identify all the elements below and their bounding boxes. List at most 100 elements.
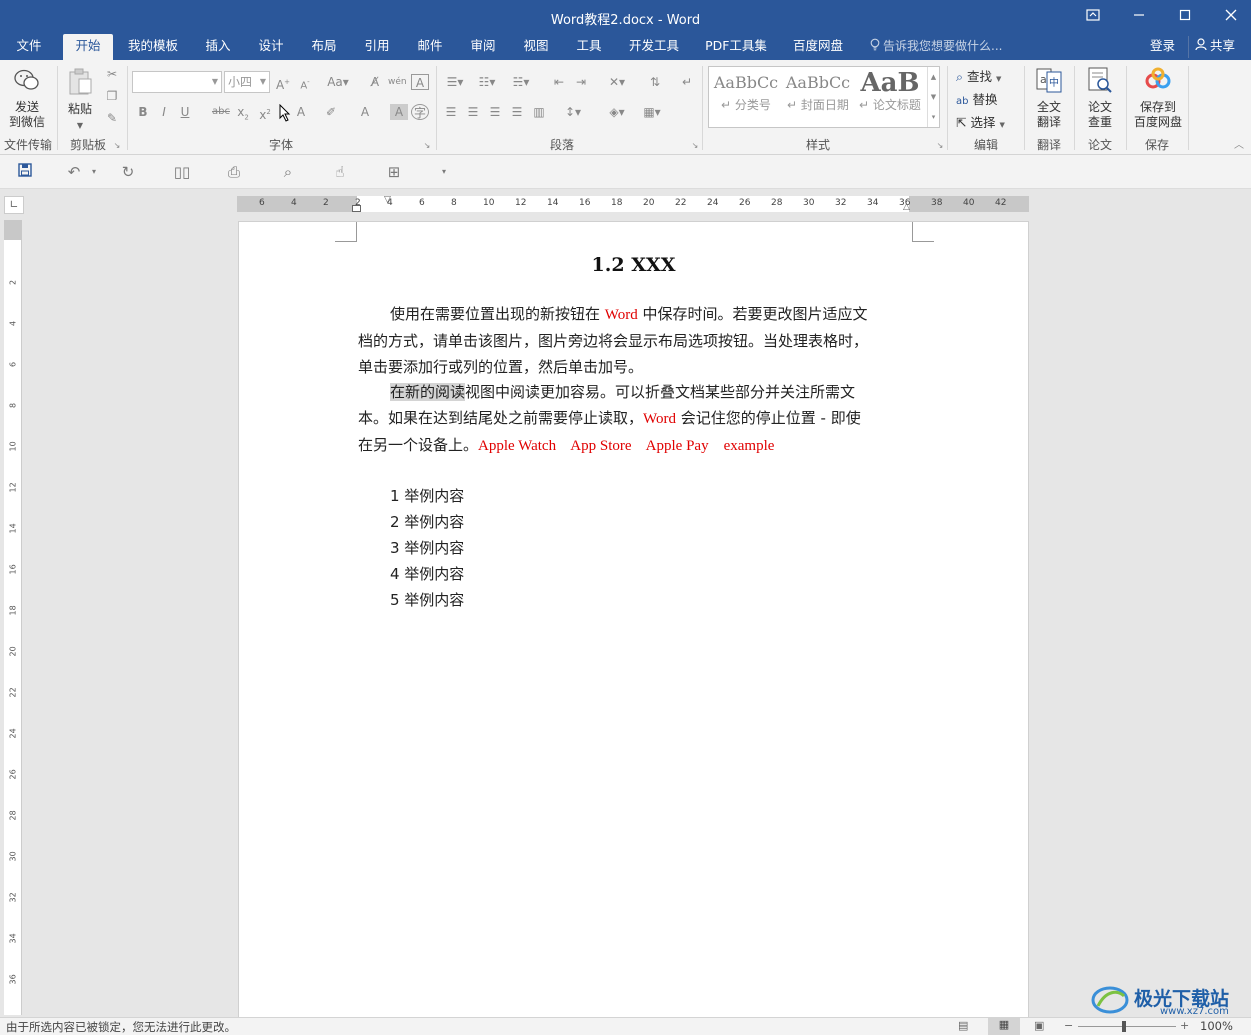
save-icon[interactable] (15, 163, 35, 181)
change-case-icon[interactable]: Aa▾ (324, 74, 352, 90)
document-page[interactable]: 1.2 XXX 使用在需要位置出现的新按钮在 Word 中保存时间。若要更改图片… (238, 221, 1029, 1021)
clipboard-launcher-icon[interactable]: ↘ (112, 138, 122, 154)
bold-icon[interactable]: B (134, 104, 152, 120)
numbering-icon[interactable]: ☷▾ (474, 74, 500, 90)
zoom-slider[interactable] (1078, 1026, 1176, 1027)
tab-my-templates[interactable]: 我的模板 (120, 34, 186, 60)
login-link[interactable]: 登录 (1150, 34, 1175, 58)
save-to-baidu-button[interactable]: 保存到 百度网盘 (1130, 66, 1186, 130)
styles-launcher-icon[interactable]: ↘ (935, 138, 945, 154)
align-right-icon[interactable]: ☰ (486, 104, 504, 120)
list-item[interactable]: 2 举例内容 (390, 509, 464, 535)
customize-icon[interactable]: ⊞ (384, 163, 404, 181)
zoom-slider-thumb[interactable] (1122, 1021, 1126, 1032)
list-item[interactable]: 5 举例内容 (390, 587, 464, 613)
align-center-icon[interactable]: ☰ (464, 104, 482, 120)
decrease-indent-icon[interactable]: ⇤ (550, 74, 568, 90)
qat-more-icon[interactable]: ▾ (434, 163, 454, 181)
tab-developer[interactable]: 开发工具 (622, 34, 686, 60)
font-name-combo[interactable]: ▼ (132, 71, 222, 93)
selected-text[interactable]: 在新的阅读 (390, 383, 466, 401)
tab-home[interactable]: 开始 (63, 34, 113, 60)
tab-insert[interactable]: 插入 (196, 34, 240, 60)
sort-icon[interactable]: ⇅ (646, 74, 664, 90)
superscript-icon[interactable]: x2 (256, 104, 274, 122)
touch-mode-icon[interactable]: ☝ (330, 163, 350, 181)
close-icon[interactable] (1219, 6, 1243, 28)
paste-button[interactable]: 粘贴 ▼ (62, 68, 98, 133)
list-item[interactable]: 4 举例内容 (390, 561, 464, 587)
borders-icon[interactable]: ▦▾ (638, 104, 666, 120)
send-to-wechat-button[interactable]: 发送 到微信 (4, 68, 50, 130)
shading-icon[interactable]: ◈▾ (604, 104, 630, 120)
print-preview-icon[interactable]: ⌕ (278, 163, 298, 181)
align-left-icon[interactable]: ☰ (442, 104, 460, 120)
share-button[interactable]: 共享 (1188, 36, 1241, 58)
font-launcher-icon[interactable]: ↘ (422, 138, 432, 154)
paragraph-1[interactable]: 使用在需要位置出现的新按钮在 Word 中保存时间。若要更改图片适应文 档的方式… (358, 301, 906, 380)
tab-tools[interactable]: 工具 (567, 34, 611, 60)
tab-review[interactable]: 审阅 (461, 34, 505, 60)
style-item[interactable]: AaBbCc ↵ 封面日期 (783, 69, 853, 125)
zoom-out-icon[interactable]: − (1064, 1019, 1073, 1032)
replace-button[interactable]: ab 替换 (956, 89, 997, 108)
redo-icon[interactable]: ↻ (118, 163, 138, 181)
tell-me-box[interactable]: 告诉我您想要做什么... (870, 34, 1002, 60)
tab-pdf-tools[interactable]: PDF工具集 (700, 34, 772, 60)
undo-icon[interactable]: ↶ (64, 163, 84, 181)
char-border-icon[interactable]: A (411, 74, 429, 90)
increase-indent-icon[interactable]: ⇥ (572, 74, 590, 90)
copy-icon[interactable]: ❐ (103, 88, 121, 104)
multilevel-list-icon[interactable]: ☵▾ (508, 74, 534, 90)
bullets-icon[interactable]: ☰▾ (442, 74, 468, 90)
print-icon[interactable]: ⎙ (224, 163, 244, 181)
text-effects-icon[interactable]: A (292, 104, 310, 120)
paste-dropdown-icon[interactable]: ▼ (77, 121, 83, 130)
clear-format-icon[interactable]: A̸ (366, 74, 384, 90)
read-mode-icon[interactable]: ▯▯ (172, 163, 192, 181)
phonetic-guide-icon[interactable]: wén (388, 74, 407, 90)
find-button[interactable]: ⌕ 查找 ▼ (956, 66, 1001, 85)
subscript-icon[interactable]: x2 (234, 104, 252, 121)
underline-icon[interactable]: U (176, 104, 194, 120)
read-view-icon[interactable]: ▤ (958, 1019, 968, 1032)
styles-scroll[interactable]: ▲ ▼ ▾ (927, 67, 939, 127)
paragraph-launcher-icon[interactable]: ↘ (690, 138, 700, 154)
line-spacing-icon[interactable]: ↕▾ (560, 104, 586, 120)
vertical-ruler[interactable]: 2 4 6 8 10 12 14 16 18 20 22 24 26 28 30 32 34 36 (4, 220, 22, 1015)
font-size-combo[interactable]: 小四 ▼ (224, 71, 270, 93)
justify-icon[interactable]: ☰ (508, 104, 526, 120)
document-heading[interactable]: 1.2 XXX (239, 254, 1028, 276)
maximize-icon[interactable] (1173, 6, 1197, 28)
select-button[interactable]: ⇱ 选择 ▼ (956, 112, 1005, 131)
print-layout-icon[interactable]: ▦ (988, 1018, 1020, 1035)
chevron-down-icon[interactable]: ▾ (84, 163, 104, 181)
strikethrough-icon[interactable]: abc (210, 104, 232, 120)
enclose-char-icon[interactable]: 字 (411, 104, 429, 120)
grow-font-icon[interactable]: A+ (274, 74, 292, 92)
zoom-in-icon[interactable]: + (1180, 1019, 1189, 1032)
tab-selector[interactable]: ∟ (4, 196, 24, 214)
ribbon-display-icon[interactable] (1081, 6, 1105, 28)
thesis-check-button[interactable]: 论文 查重 (1079, 66, 1121, 130)
show-marks-icon[interactable]: ↵ (678, 74, 696, 90)
shrink-font-icon[interactable]: A- (296, 74, 314, 91)
italic-icon[interactable]: I (155, 104, 173, 120)
font-color-icon[interactable]: A (356, 104, 374, 120)
tab-view[interactable]: 视图 (514, 34, 558, 60)
zoom-level[interactable]: 100% (1200, 1019, 1233, 1033)
minimize-icon[interactable] (1127, 6, 1151, 28)
tab-baidu-netdisk[interactable]: 百度网盘 (786, 34, 850, 60)
style-item[interactable]: AaB ↵ 论文标题 (855, 69, 925, 125)
horizontal-ruler[interactable]: ▽ △ 6 4 2 2 4 6 8 10 12 14 16 18 20 22 24 26 28 30 32 34 36 3… (237, 195, 1029, 212)
collapse-ribbon-icon[interactable]: ︿ (1230, 138, 1248, 154)
full-translate-button[interactable]: a中 全文 翻译 (1029, 66, 1069, 130)
tab-layout[interactable]: 布局 (302, 34, 346, 60)
tab-references[interactable]: 引用 (355, 34, 399, 60)
tab-file[interactable]: 文件 (6, 34, 52, 60)
tab-mailings[interactable]: 邮件 (408, 34, 452, 60)
format-painter-icon[interactable]: ✎ (103, 110, 121, 126)
highlight-color-icon[interactable]: ✐ (322, 104, 340, 120)
style-item[interactable]: AaBbCc ↵ 分类号 (711, 69, 781, 125)
tab-design[interactable]: 设计 (249, 34, 293, 60)
